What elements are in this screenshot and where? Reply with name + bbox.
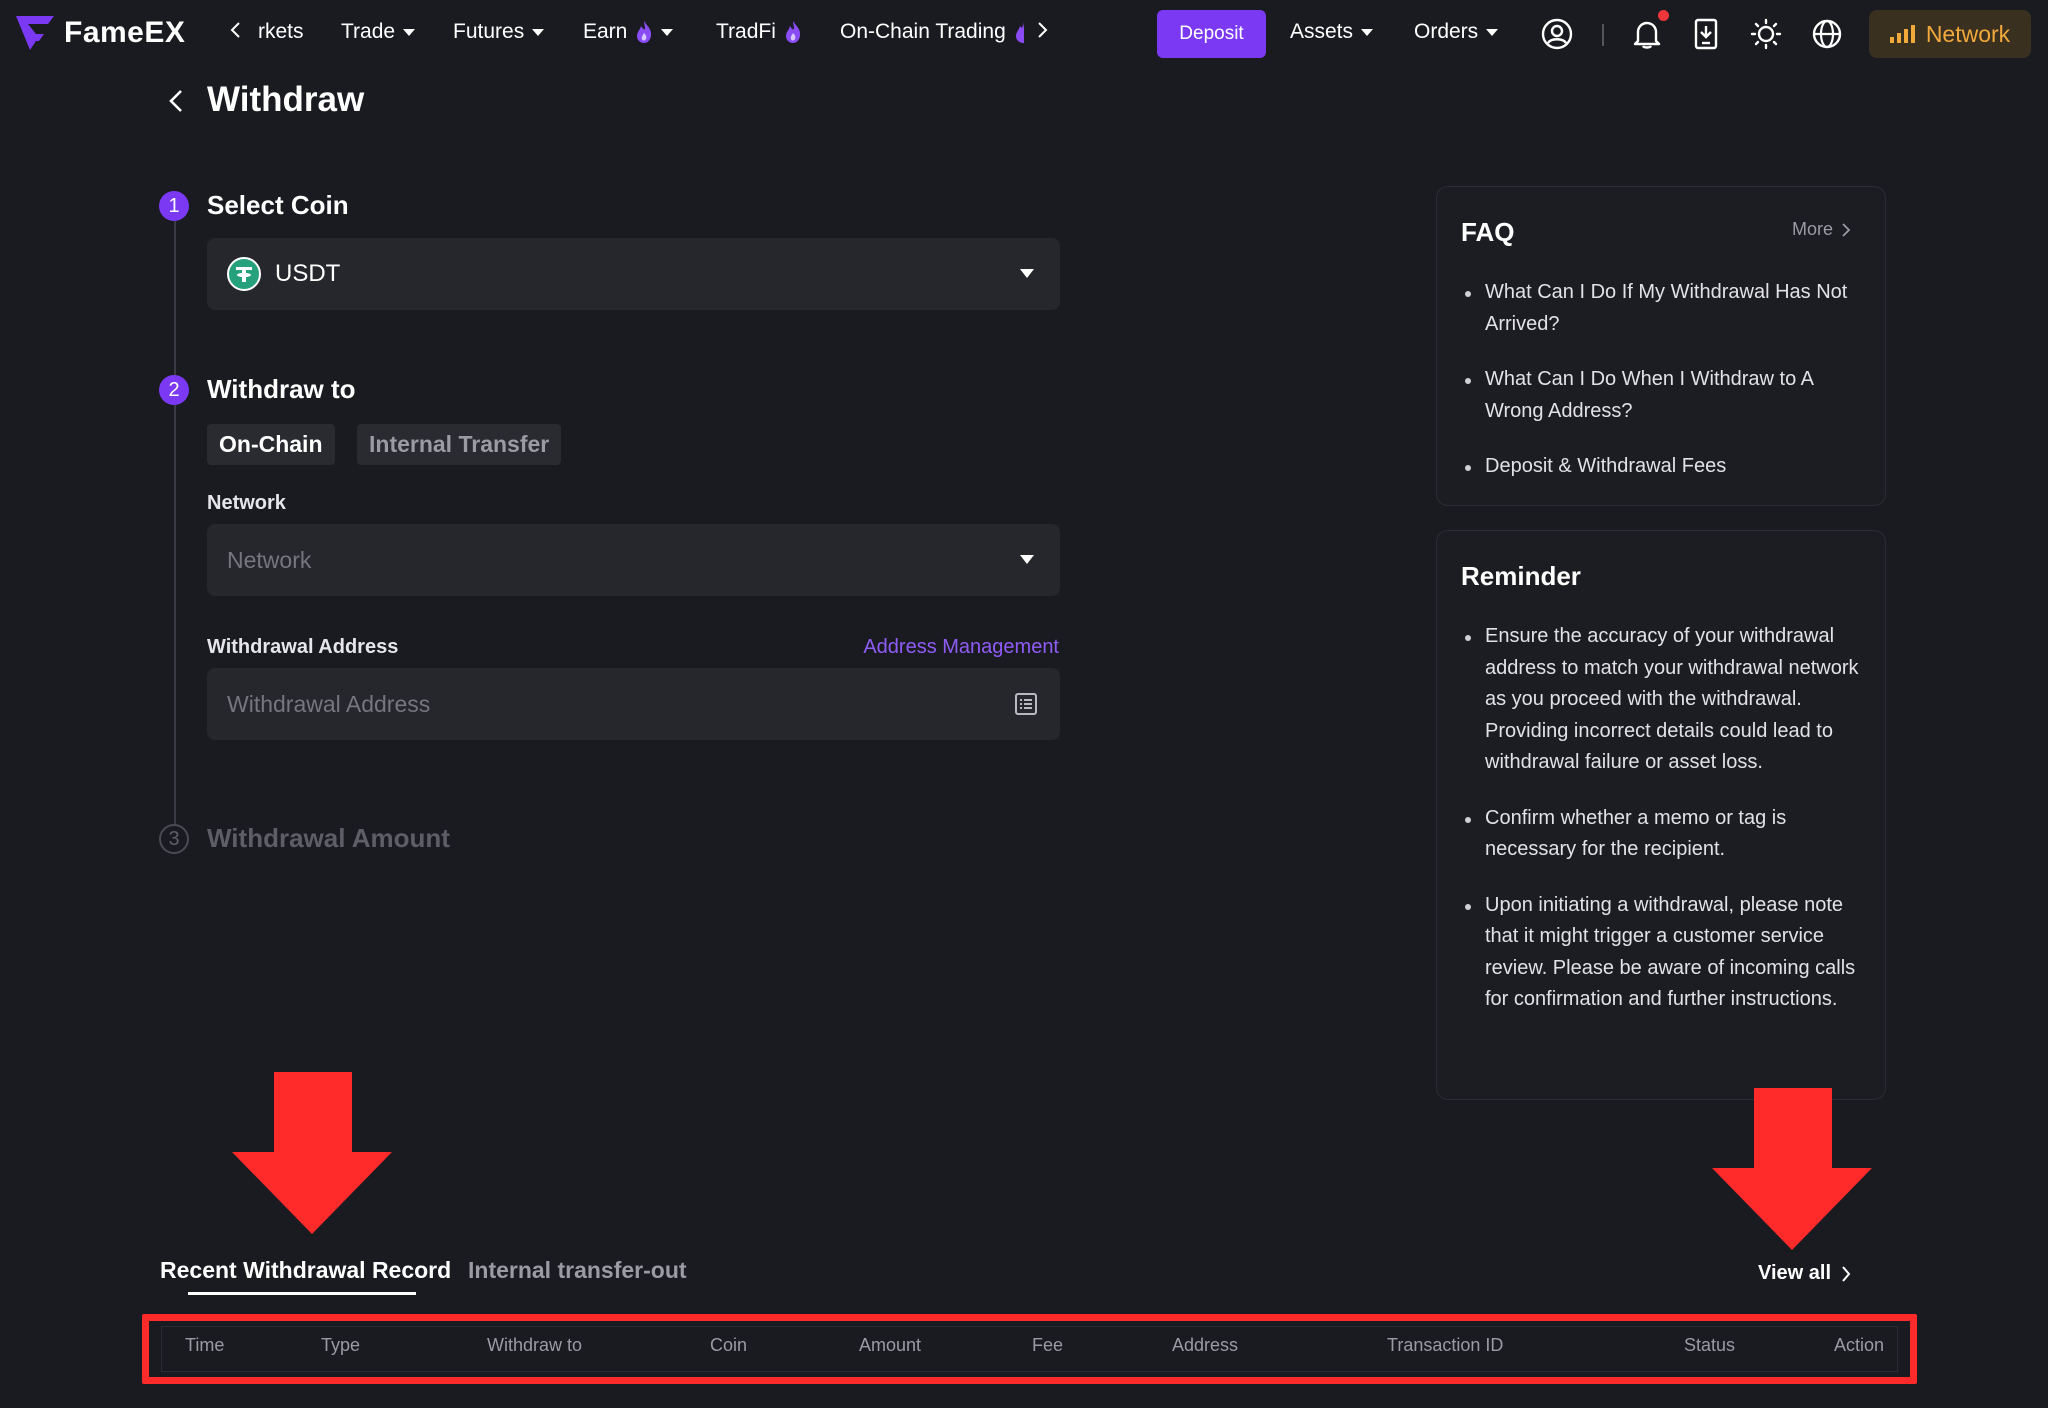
faq-panel: FAQ More What Can I Do If My Withdrawal … <box>1436 186 1886 506</box>
nav-item-tradfi[interactable]: TradFi <box>716 20 802 44</box>
step-connector <box>174 221 176 390</box>
reminder-item: Upon initiating a withdrawal, please not… <box>1461 890 1863 1016</box>
faq-title: FAQ <box>1461 217 1515 247</box>
step-1-title: Select Coin <box>207 190 349 220</box>
tab-internal-transfer-out[interactable]: Internal transfer-out <box>468 1257 687 1284</box>
view-all-link[interactable]: View all <box>1758 1262 1851 1285</box>
globe-icon <box>1812 19 1842 49</box>
faq-item[interactable]: Deposit & Withdrawal Fees <box>1461 451 1863 483</box>
deposit-button[interactable]: Deposit <box>1157 10 1266 58</box>
faq-list: What Can I Do If My Withdrawal Has Not A… <box>1461 277 1863 483</box>
column-header-action: Action <box>1834 1335 1885 1355</box>
table-header-row <box>161 1326 1898 1372</box>
withdrawal-address-label: Withdrawal Address <box>207 636 399 658</box>
nav-item-trade[interactable]: Trade <box>341 20 416 44</box>
caret-down-icon <box>532 28 545 36</box>
account-button[interactable] <box>1539 16 1575 52</box>
brand-logo[interactable]: FameEX <box>14 14 185 52</box>
tab-internal-transfer[interactable]: Internal Transfer <box>357 424 562 465</box>
download-app-icon <box>1694 18 1718 50</box>
column-header-status: Status <box>1684 1335 1736 1355</box>
theme-toggle-button[interactable] <box>1748 16 1784 52</box>
step-2-badge: 2 <box>159 375 189 405</box>
signal-bars-icon <box>1889 25 1915 43</box>
withdrawal-address-input[interactable]: Withdrawal Address <box>207 668 1060 740</box>
faq-item[interactable]: What Can I Do If My Withdrawal Has Not A… <box>1461 277 1863 340</box>
column-header-fee: Fee <box>1032 1335 1064 1355</box>
step-connector <box>174 405 176 826</box>
records-table-header <box>142 1314 1917 1384</box>
nav-item-assets[interactable]: Assets <box>1290 20 1374 44</box>
tab-recent-withdrawal-record[interactable]: Recent Withdrawal Record <box>160 1257 451 1284</box>
nav-scroll-right[interactable] <box>1032 20 1052 40</box>
annotation-arrow-down <box>232 1072 392 1234</box>
step-2-title: Withdraw to <box>207 374 356 404</box>
chevron-left-icon <box>230 22 240 38</box>
network-status-button[interactable]: Network <box>1869 10 2031 58</box>
nav-scroll-left[interactable] <box>226 20 246 40</box>
annotation-arrow-down <box>1712 1088 1872 1250</box>
reminder-panel: Reminder Ensure the accuracy of your wit… <box>1436 530 1886 1100</box>
column-header-type: Type <box>321 1335 361 1355</box>
notification-badge <box>1658 10 1669 21</box>
tether-icon <box>227 257 261 291</box>
caret-down-icon <box>1361 28 1374 36</box>
caret-down-icon <box>1020 555 1034 564</box>
caret-down-icon <box>1020 269 1034 278</box>
column-header-coin: Coin <box>710 1335 748 1355</box>
nav-item-earn[interactable]: Earn <box>583 20 674 44</box>
selected-coin: USDT <box>275 260 341 287</box>
nav-divider <box>1602 24 1604 46</box>
chevron-right-icon <box>1038 22 1048 38</box>
chevron-right-icon <box>1842 1265 1851 1282</box>
brand-name: FameEX <box>64 16 186 49</box>
caret-down-icon <box>661 28 674 36</box>
bell-icon <box>1633 21 1661 49</box>
sun-icon <box>1750 18 1782 50</box>
column-header-address: Address <box>1172 1335 1239 1355</box>
step-3-badge: 3 <box>159 824 189 854</box>
fire-icon <box>1015 21 1024 43</box>
column-header-amount: Amount <box>859 1335 922 1355</box>
network-select[interactable]: Network <box>207 524 1060 596</box>
reminder-item: Confirm whether a memo or tag is necessa… <box>1461 803 1863 866</box>
column-header-withdraw-to: Withdraw to <box>487 1335 583 1355</box>
reminder-item: Ensure the accuracy of your withdrawal a… <box>1461 621 1863 779</box>
address-book-icon[interactable] <box>1014 692 1038 716</box>
nav-item-on-chain-trading[interactable]: On-Chain Trading <box>840 20 1024 44</box>
notifications-button[interactable] <box>1629 16 1665 52</box>
withdraw-page: FameEX rkets Trade Futures Earn TradFi O… <box>0 0 2048 1408</box>
caret-down-icon <box>1486 28 1499 36</box>
step-1-badge: 1 <box>159 191 189 221</box>
column-header-transaction-id: Transaction ID <box>1387 1335 1504 1355</box>
column-header-time: Time <box>185 1335 225 1355</box>
nav-item-markets[interactable]: rkets <box>258 20 304 44</box>
withdrawal-address-placeholder: Withdrawal Address <box>227 690 431 717</box>
coin-select[interactable]: USDT <box>207 238 1060 310</box>
chevron-right-icon <box>1842 222 1851 237</box>
network-label: Network <box>207 492 286 514</box>
faq-more-link[interactable]: More <box>1792 219 1851 240</box>
tab-on-chain[interactable]: On-Chain <box>207 424 335 465</box>
active-tab-indicator <box>188 1292 416 1295</box>
nav-item-orders[interactable]: Orders <box>1414 20 1499 44</box>
caret-down-icon <box>403 28 416 36</box>
step-3-title: Withdrawal Amount <box>207 823 450 853</box>
language-button[interactable] <box>1809 16 1845 52</box>
fire-icon <box>785 21 801 43</box>
address-management-link[interactable]: Address Management <box>863 636 1059 659</box>
page-title: Withdraw <box>207 80 365 119</box>
fire-icon <box>637 21 652 43</box>
download-app-button[interactable] <box>1688 16 1724 52</box>
fameex-logo-icon <box>16 16 54 50</box>
reminder-list: Ensure the accuracy of your withdrawal a… <box>1461 621 1863 1016</box>
nav-item-futures[interactable]: Futures <box>453 20 545 44</box>
faq-item[interactable]: What Can I Do When I Withdraw to A Wrong… <box>1461 364 1863 427</box>
back-arrow-icon[interactable] <box>164 88 190 114</box>
top-navigation: FameEX rkets Trade Futures Earn TradFi O… <box>0 0 2048 68</box>
reminder-title: Reminder <box>1461 561 1581 591</box>
network-placeholder: Network <box>227 546 312 573</box>
user-circle-icon <box>1541 18 1573 50</box>
